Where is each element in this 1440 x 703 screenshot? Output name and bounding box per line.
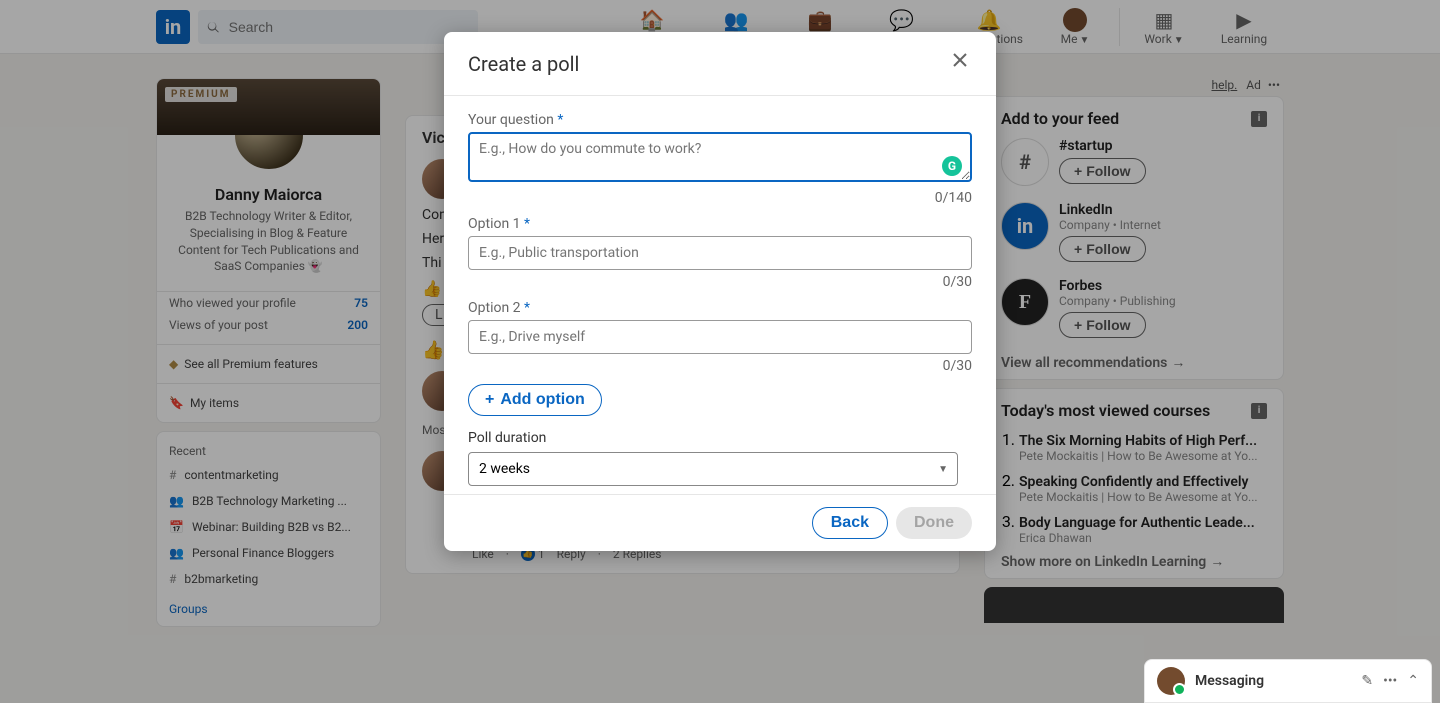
option2-input[interactable] bbox=[468, 320, 972, 354]
question-label: Your question * bbox=[468, 112, 972, 128]
add-option-button[interactable]: + Add option bbox=[468, 384, 602, 416]
modal-title: Create a poll bbox=[468, 52, 579, 76]
duration-label: Poll duration bbox=[468, 430, 972, 446]
grammarly-icon[interactable]: G bbox=[942, 156, 962, 176]
messaging-title: Messaging bbox=[1195, 673, 1351, 689]
option1-label: Option 1 * bbox=[468, 216, 972, 232]
plus-icon: + bbox=[485, 391, 494, 409]
back-button[interactable]: Back bbox=[812, 507, 888, 539]
more-icon[interactable]: ••• bbox=[1383, 673, 1397, 689]
question-counter: 0/140 bbox=[468, 190, 972, 206]
close-icon bbox=[948, 48, 972, 72]
button-label: Add option bbox=[500, 391, 584, 409]
option1-counter: 0/30 bbox=[468, 274, 972, 290]
option2-label: Option 2 * bbox=[468, 300, 972, 316]
duration-select[interactable]: 2 weeks bbox=[468, 452, 958, 486]
create-poll-modal: Create a poll Your question * G 0/140 Op… bbox=[444, 32, 996, 551]
close-button[interactable] bbox=[948, 48, 972, 79]
done-button[interactable]: Done bbox=[896, 507, 972, 539]
compose-icon[interactable]: ✎ bbox=[1361, 673, 1373, 689]
messaging-avatar bbox=[1157, 667, 1185, 695]
option2-counter: 0/30 bbox=[468, 358, 972, 374]
messaging-bar[interactable]: Messaging ✎ ••• ⌃ bbox=[1144, 659, 1432, 703]
option1-input[interactable] bbox=[468, 236, 972, 270]
chevron-up-icon[interactable]: ⌃ bbox=[1407, 673, 1419, 689]
question-input[interactable] bbox=[468, 132, 972, 182]
